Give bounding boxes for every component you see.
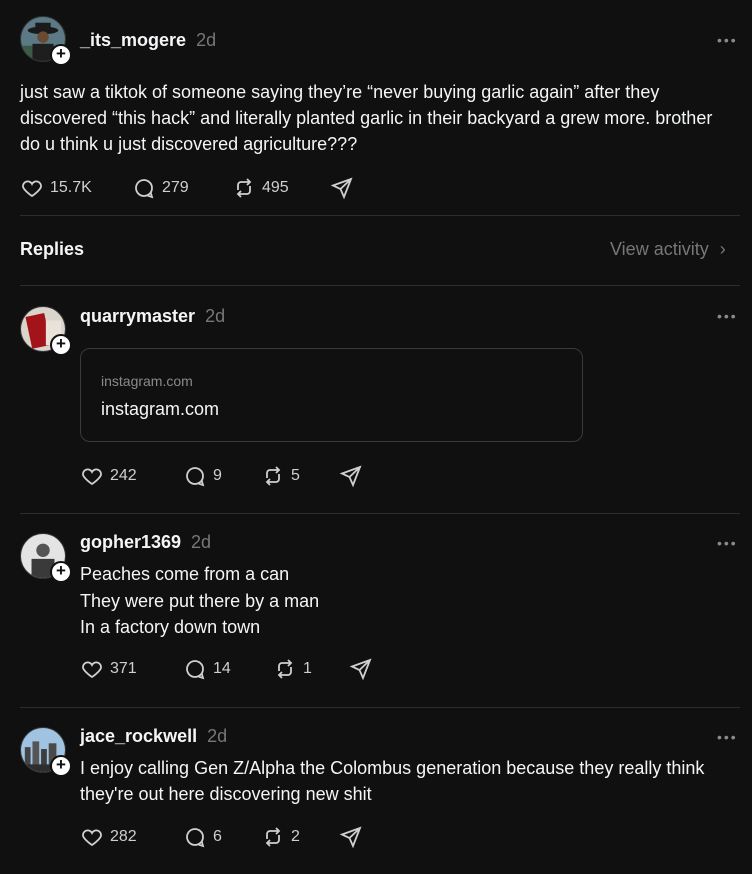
repost-button[interactable]: 1 xyxy=(273,657,349,681)
comment-icon xyxy=(186,467,205,487)
send-icon xyxy=(330,177,353,200)
like-button[interactable]: 242 xyxy=(80,464,183,488)
like-count: 371 xyxy=(110,660,137,677)
comment-count: 14 xyxy=(213,660,231,677)
heart-icon xyxy=(82,661,102,679)
send-icon xyxy=(349,658,372,681)
post-text: just saw a tiktok of someone saying they… xyxy=(20,82,713,154)
share-button[interactable] xyxy=(330,176,354,200)
more-options-icon[interactable]: ••• xyxy=(717,32,738,48)
divider xyxy=(20,285,740,286)
avatar-main[interactable]: + xyxy=(20,16,72,66)
share-button[interactable] xyxy=(339,825,363,849)
comment-button[interactable]: 9 xyxy=(183,464,261,488)
username[interactable]: _its_mogere xyxy=(80,30,186,51)
follow-plus-icon[interactable]: + xyxy=(50,334,72,356)
divider xyxy=(20,513,740,514)
timestamp: 2d xyxy=(205,306,226,326)
reply-text: I enjoy calling Gen Z/Alpha the Colombus… xyxy=(80,758,705,804)
comment-button[interactable]: 279 xyxy=(132,176,232,200)
send-icon xyxy=(339,465,362,488)
send-icon xyxy=(339,826,362,849)
username[interactable]: quarrymaster xyxy=(80,306,195,327)
heart-icon xyxy=(82,468,102,486)
repost-button[interactable]: 2 xyxy=(261,825,339,849)
more-options-icon[interactable]: ••• xyxy=(717,308,738,324)
view-activity-link[interactable]: View activity › xyxy=(610,239,726,260)
timestamp: 2d xyxy=(207,726,228,746)
comment-icon xyxy=(186,660,205,680)
heart-icon xyxy=(82,829,102,847)
divider xyxy=(20,707,740,708)
share-button[interactable] xyxy=(349,657,373,681)
repost-button[interactable]: 495 xyxy=(232,176,330,200)
repost-icon xyxy=(277,659,293,679)
reply-header: gopher1369 2d xyxy=(80,532,211,553)
like-button[interactable]: 15.7K xyxy=(20,176,132,200)
timestamp: 2d xyxy=(191,532,212,552)
repost-icon xyxy=(265,827,281,847)
timestamp: 2d xyxy=(196,30,217,50)
comment-count: 9 xyxy=(213,467,222,484)
avatar-reply-3[interactable]: + xyxy=(20,727,72,777)
repost-button[interactable]: 5 xyxy=(261,464,339,488)
follow-plus-icon[interactable]: + xyxy=(50,755,72,777)
like-count: 15.7K xyxy=(50,179,92,196)
like-count: 242 xyxy=(110,467,137,484)
reply-actions: 242 9 5 xyxy=(80,464,363,488)
reply-text: Peaches come from a can They were put th… xyxy=(80,564,320,637)
avatar-reply-2[interactable]: + xyxy=(20,533,72,583)
like-count: 282 xyxy=(110,828,137,845)
reply-actions: 282 6 2 xyxy=(80,825,363,849)
reply-actions: 371 14 1 xyxy=(80,657,373,681)
like-button[interactable]: 282 xyxy=(80,825,183,849)
repost-count: 495 xyxy=(262,179,289,196)
more-options-icon[interactable]: ••• xyxy=(717,535,738,551)
like-button[interactable]: 371 xyxy=(80,657,183,681)
repost-count: 5 xyxy=(291,467,300,484)
view-activity-label: View activity xyxy=(610,239,709,259)
follow-plus-icon[interactable]: + xyxy=(50,561,72,583)
reply-header: quarrymaster 2d xyxy=(80,306,225,327)
username[interactable]: jace_rockwell xyxy=(80,726,197,747)
comment-button[interactable]: 6 xyxy=(183,825,261,849)
reply-header: jace_rockwell 2d xyxy=(80,726,227,747)
chevron-right-icon: › xyxy=(719,239,726,259)
comment-count: 279 xyxy=(162,179,189,196)
repost-icon xyxy=(265,466,281,486)
comment-icon xyxy=(186,828,205,848)
comment-count: 6 xyxy=(213,828,222,845)
comment-icon xyxy=(135,179,154,199)
repost-count: 1 xyxy=(303,660,312,677)
divider xyxy=(20,215,740,216)
follow-plus-icon[interactable]: + xyxy=(50,44,72,66)
replies-title: Replies xyxy=(20,239,85,259)
username[interactable]: gopher1369 xyxy=(80,532,181,553)
comment-button[interactable]: 14 xyxy=(183,657,273,681)
share-button[interactable] xyxy=(339,464,363,488)
link-preview-card[interactable]: instagram.com instagram.com xyxy=(80,348,583,442)
link-title: instagram.com xyxy=(101,399,220,419)
avatar-reply-1[interactable]: + xyxy=(20,306,72,356)
post-header: _its_mogere 2d xyxy=(80,30,216,51)
post-actions: 15.7K 279 495 xyxy=(20,176,354,200)
heart-icon xyxy=(22,180,42,198)
more-options-icon[interactable]: ••• xyxy=(717,729,738,745)
link-domain: instagram.com xyxy=(101,373,193,389)
repost-icon xyxy=(236,178,252,198)
repost-count: 2 xyxy=(291,828,300,845)
